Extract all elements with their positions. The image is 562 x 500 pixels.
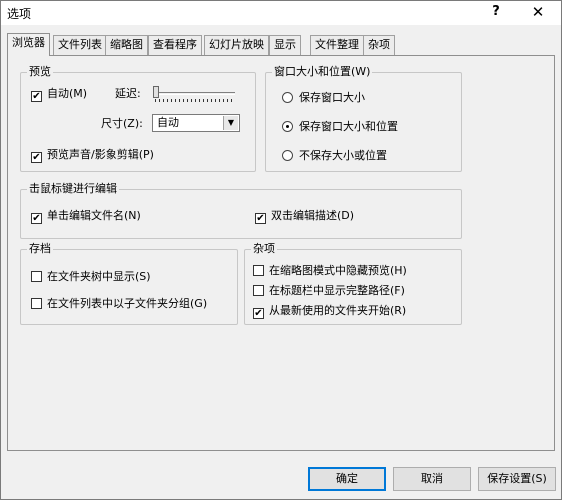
archive-group-title: 存档 [27,242,53,256]
size-label: 尺寸(Z): [101,117,143,130]
checkbox-empty [253,265,264,276]
tab-viewer[interactable]: 查看程序 [148,35,202,55]
tab-thumbnails[interactable]: 缩略图 [105,35,148,55]
archive-group: 存档 在文件夹树中显示(S) 在文件列表中以子文件夹分组(G) [20,242,238,325]
preview-group-title: 预览 [27,65,53,79]
title-bar: 选项 ? ✕ [1,1,561,25]
tab-display[interactable]: 显示 [269,35,301,55]
hide-preview-label: 在缩略图模式中隐藏预览(H) [269,264,407,277]
cancel-button[interactable]: 取消 [393,467,471,491]
checkbox-empty [31,271,42,282]
checkmark-icon: ✔ [31,152,42,163]
show-full-path-label: 在标题栏中显示完整路径(F) [269,284,405,297]
tab-panel-browser: 预览 ✔ 自动(M) 延迟: 尺寸(Z): 自动 ▼ ✔ 预览声音/影象剪辑(P) … [7,55,555,451]
checkbox-empty [31,298,42,309]
click-edit-group: 击鼠标键进行编辑 ✔ 单击编辑文件名(N) ✔ 双击编辑描述(D) [20,182,462,239]
radio-icon [282,150,293,161]
radio-save-size-label: 保存窗口大小 [299,91,365,104]
tab-browser[interactable]: 浏览器 [7,33,50,56]
radio-save-size-position[interactable]: 保存窗口大小和位置 [282,120,398,134]
auto-preview-label: 自动(M) [47,87,88,100]
checkmark-icon: ✔ [31,213,42,224]
window-title: 选项 [7,7,32,21]
hide-preview-checkbox[interactable]: 在缩略图模式中隐藏预览(H) [253,264,407,278]
radio-no-save-label: 不保存大小或位置 [299,149,387,162]
close-button[interactable]: ✕ [521,1,555,23]
tab-misc[interactable]: 杂项 [363,35,395,55]
size-select[interactable]: 自动 ▼ [152,114,240,132]
slider-track [153,92,235,95]
preview-group: 预览 ✔ 自动(M) 延迟: 尺寸(Z): 自动 ▼ ✔ 预览声音/影象剪辑(P) [20,65,256,172]
delay-slider[interactable] [153,86,235,102]
checkbox-empty [253,285,264,296]
start-recent-folder-checkbox[interactable]: ✔ 从最新使用的文件夹开始(R) [253,304,406,319]
single-click-edit-checkbox[interactable]: ✔ 单击编辑文件名(N) [31,209,141,224]
radio-save-size-position-label: 保存窗口大小和位置 [299,120,398,133]
options-dialog: 选项 ? ✕ 浏览器 文件列表 缩略图 查看程序 幻灯片放映 显示 文件整理 杂… [0,0,562,500]
radio-save-size[interactable]: 保存窗口大小 [282,91,365,105]
save-settings-button[interactable]: 保存设置(S) [478,467,556,491]
radio-icon [282,92,293,103]
chevron-down-icon[interactable]: ▼ [223,116,238,130]
show-in-folder-tree-checkbox[interactable]: 在文件夹树中显示(S) [31,270,151,284]
window-size-group-title: 窗口大小和位置(W) [272,65,373,79]
preview-sound-checkbox[interactable]: ✔ 预览声音/影象剪辑(P) [31,148,154,163]
tab-file-organize[interactable]: 文件整理 [310,35,364,55]
delay-label: 延迟: [115,87,141,100]
help-button[interactable]: ? [479,1,513,23]
window-size-group: 窗口大小和位置(W) 保存窗口大小 保存窗口大小和位置 不保存大小或位置 [265,65,462,172]
preview-sound-label: 预览声音/影象剪辑(P) [47,148,154,161]
double-click-edit-checkbox[interactable]: ✔ 双击编辑描述(D) [255,209,354,224]
slider-ticks [155,99,235,102]
tab-file-list[interactable]: 文件列表 [53,35,107,55]
checkmark-icon: ✔ [253,308,264,319]
ok-button[interactable]: 确定 [308,467,386,491]
group-subfolders-label: 在文件列表中以子文件夹分组(G) [47,297,208,310]
start-recent-folder-label: 从最新使用的文件夹开始(R) [269,304,407,317]
checkmark-icon: ✔ [31,91,42,102]
slider-thumb[interactable] [153,86,159,98]
double-click-edit-label: 双击编辑描述(D) [271,209,355,222]
radio-selected-icon [282,121,293,132]
radio-no-save[interactable]: 不保存大小或位置 [282,149,387,163]
single-click-edit-label: 单击编辑文件名(N) [47,209,141,222]
click-edit-group-title: 击鼠标键进行编辑 [27,182,119,196]
misc-group: 杂项 在缩略图模式中隐藏预览(H) 在标题栏中显示完整路径(F) ✔ 从最新使用的… [244,242,462,325]
misc-group-title: 杂项 [251,242,277,256]
tab-slideshow[interactable]: 幻灯片放映 [204,35,269,55]
show-full-path-checkbox[interactable]: 在标题栏中显示完整路径(F) [253,284,405,298]
group-subfolders-checkbox[interactable]: 在文件列表中以子文件夹分组(G) [31,297,207,311]
size-select-value: 自动 [157,116,179,129]
auto-preview-checkbox[interactable]: ✔ 自动(M) [31,87,87,102]
show-in-folder-tree-label: 在文件夹树中显示(S) [47,270,151,283]
checkmark-icon: ✔ [255,213,266,224]
